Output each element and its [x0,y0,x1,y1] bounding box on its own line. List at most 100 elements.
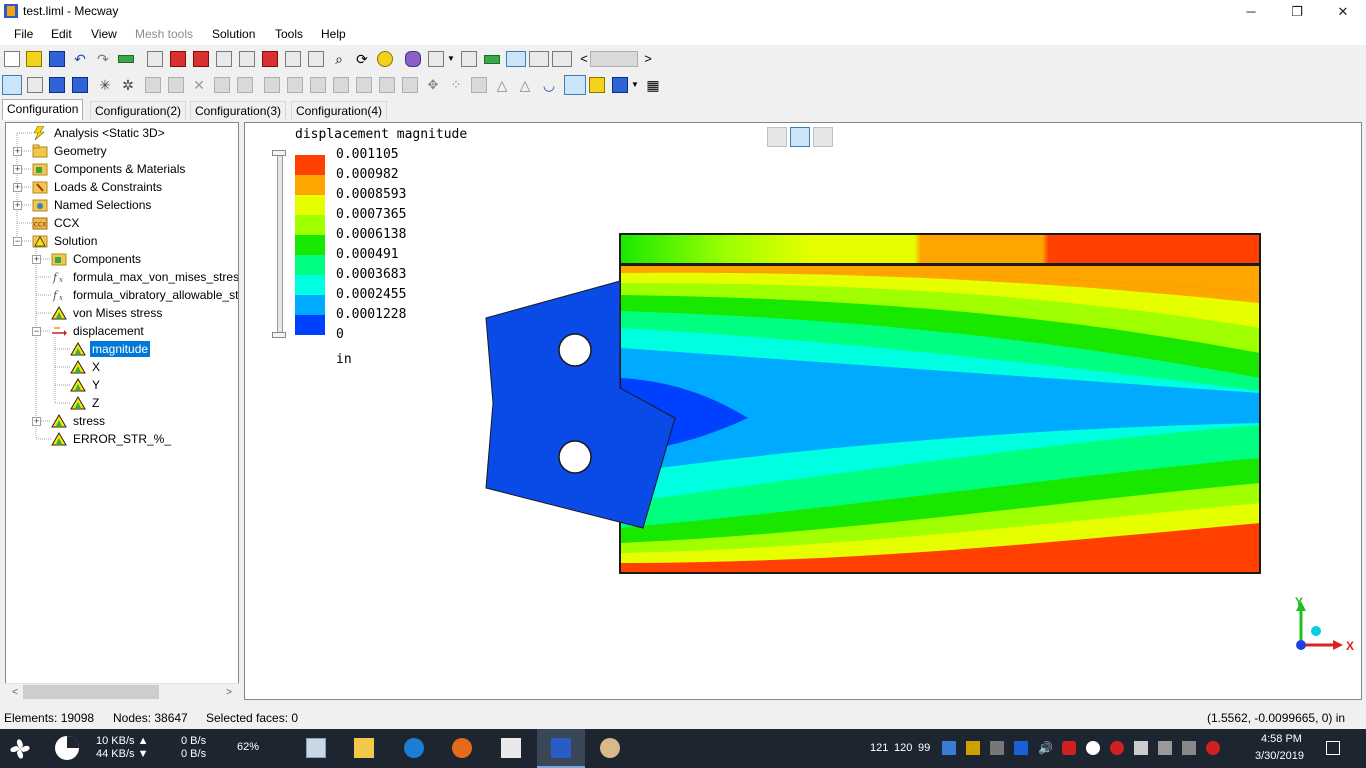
triangle-outline-icon[interactable]: △ [517,77,533,93]
tray-app-icon[interactable] [966,741,980,755]
tray-utility-icon[interactable] [990,741,1004,755]
scroll-left-arrow[interactable]: < [7,685,23,700]
surface-icon[interactable] [484,55,500,64]
expander-stress[interactable]: + [32,417,41,426]
glasses-icon[interactable] [405,51,421,67]
menu-solution[interactable]: Solution [212,27,255,41]
volume-icon[interactable]: 🔊 [1038,741,1053,755]
undo-icon[interactable]: ↶ [72,51,88,67]
mirror-icon[interactable] [310,77,326,93]
tray-display-icon[interactable] [1134,741,1148,755]
redo-icon[interactable]: ↷ [95,51,111,67]
expander-solution-components[interactable]: + [32,255,41,264]
merge-icon[interactable] [237,77,253,93]
minimize-button[interactable]: ─ [1228,0,1274,23]
film-dropdown-icon[interactable]: ▼ [630,77,640,93]
view-top-icon[interactable] [262,51,278,67]
tray-b-icon[interactable] [1062,741,1076,755]
tab-configuration-3[interactable]: Configuration(3) [190,101,287,120]
taskbar-app-firefox[interactable] [438,729,486,768]
rotate-icon[interactable]: ⟳ [354,51,370,67]
copy-icon[interactable] [333,77,349,93]
dropdown-arrow-icon[interactable]: ▼ [446,51,456,67]
view-wireframe-cube-icon[interactable] [767,127,787,147]
scatter-icon[interactable]: ⁘ [448,77,464,93]
refine-icon[interactable] [471,77,487,93]
taskbar-app-computer[interactable] [292,729,340,768]
menu-view[interactable]: View [91,27,117,41]
view-shaded-cube-icon[interactable] [813,127,833,147]
expander-geometry[interactable]: + [13,147,22,156]
fit-view-icon[interactable] [377,51,393,67]
view-right-icon[interactable] [239,51,255,67]
tray-monitor-icon[interactable] [1158,741,1172,755]
select-node-icon[interactable] [27,77,43,93]
tray-device-icon[interactable] [1182,741,1196,755]
cube-icon[interactable] [168,77,184,93]
zoom-box-icon[interactable] [308,51,324,67]
restore-button[interactable]: ❐ [1274,0,1320,23]
taskbar-app-explorer[interactable] [340,729,388,768]
sweep-icon[interactable] [356,77,372,93]
new-file-icon[interactable] [4,51,20,67]
tab-configuration-2[interactable]: Configuration(2) [90,101,187,120]
taskbar-app-inkscape[interactable] [487,729,535,768]
toolbar-scroll-right[interactable]: > [640,51,656,67]
select-face-icon[interactable] [49,77,65,93]
solve-icon[interactable] [118,55,134,63]
edges-icon[interactable] [461,51,477,67]
loft-icon[interactable] [379,77,395,93]
animate-icon[interactable] [589,77,605,93]
view-front-icon[interactable] [170,51,186,67]
menu-help[interactable]: Help [321,27,346,41]
menu-mesh-tools[interactable]: Mesh tools [135,27,193,41]
tray-shield-icon[interactable] [1086,741,1100,755]
tab-configuration-4[interactable]: Configuration(4) [291,101,388,120]
view-shaded-edges-cube-icon[interactable] [790,127,810,147]
tray-cluster-icon[interactable] [1206,741,1220,755]
cpu-pie-icon[interactable] [53,734,81,762]
split-icon[interactable] [214,77,230,93]
select-element-icon[interactable] [72,77,88,93]
scroll-right-arrow[interactable]: > [221,685,237,700]
display-options-icon[interactable] [428,51,444,67]
view-bottom-icon[interactable] [285,51,301,67]
tray-security-icon[interactable] [1110,741,1124,755]
explode-icon[interactable]: ✳ [97,77,113,93]
close-button[interactable]: ✕ [1320,0,1366,23]
fan-icon[interactable] [2,731,38,767]
shaded-icon[interactable] [506,51,526,67]
square-icon[interactable] [145,77,161,93]
deformed-icon[interactable]: ◡ [541,77,557,93]
view-left-icon[interactable] [216,51,232,67]
revolve-icon[interactable] [287,77,303,93]
clock-time[interactable]: 4:58 PM [1261,733,1302,745]
taskbar-app-edge[interactable] [390,729,438,768]
clock-date[interactable]: 3/30/2019 [1255,750,1304,762]
extrude-icon[interactable] [264,77,280,93]
select-cursor-icon[interactable] [2,75,22,95]
triangle-mesh-icon[interactable]: △ [494,77,510,93]
zoom-icon[interactable]: ⌕ [331,51,347,67]
deformed-shape-icon[interactable] [564,75,586,95]
view-back-icon[interactable] [193,51,209,67]
film-icon[interactable] [612,77,628,93]
delete-icon[interactable]: ✕ [191,77,207,93]
open-folder-icon[interactable] [26,51,42,67]
menu-tools[interactable]: Tools [275,27,303,41]
legend-slider-bottom-handle[interactable] [272,332,286,338]
save-icon[interactable] [49,51,65,67]
scroll-thumb[interactable] [23,685,159,699]
legend-range-slider[interactable] [277,153,283,337]
tree-horizontal-scrollbar[interactable]: < > [5,683,239,701]
tray-wifi-icon[interactable] [1014,741,1028,755]
expander-loads-constraints[interactable]: + [13,183,22,192]
move-nodes-icon[interactable]: ✲ [120,77,136,93]
taskbar-app-mecway[interactable] [537,729,585,768]
mesh-icon[interactable] [552,51,572,67]
model-viewport[interactable]: displacement magnitude 0.001105 0.000982… [244,122,1362,700]
taskbar-app-paint[interactable] [586,729,634,768]
expander-displacement[interactable]: − [32,327,41,336]
notifications-icon[interactable] [1326,741,1340,755]
expander-solution[interactable]: − [13,237,22,246]
